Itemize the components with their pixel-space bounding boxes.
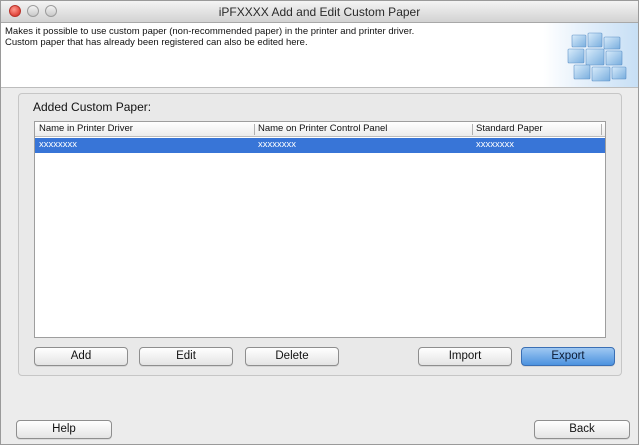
cell-driver-name: xxxxxxxx	[39, 139, 77, 150]
window-title: iPFXXXX Add and Edit Custom Paper	[218, 5, 421, 19]
help-button[interactable]: Help	[16, 420, 112, 439]
delete-button[interactable]: Delete	[245, 347, 339, 366]
export-button[interactable]: Export	[521, 347, 615, 366]
added-custom-paper-group: Added Custom Paper: Name in Printer Driv…	[18, 93, 622, 376]
table-row[interactable]: xxxxxxxx xxxxxxxx xxxxxxxx	[35, 138, 605, 153]
banner-line-1: Makes it possible to use custom paper (n…	[5, 26, 415, 37]
table-header: Name in Printer Driver Name on Printer C…	[35, 122, 605, 137]
column-divider[interactable]	[254, 124, 255, 135]
import-button[interactable]: Import	[418, 347, 512, 366]
column-header-panel-name[interactable]: Name on Printer Control Panel	[258, 123, 387, 134]
description-banner: Makes it possible to use custom paper (n…	[1, 23, 638, 88]
cell-panel-name: xxxxxxxx	[258, 139, 296, 150]
edit-button[interactable]: Edit	[139, 347, 233, 366]
back-button[interactable]: Back	[534, 420, 630, 439]
custom-paper-table[interactable]: Name in Printer Driver Name on Printer C…	[34, 121, 606, 338]
title-bar[interactable]: iPFXXXX Add and Edit Custom Paper	[1, 1, 638, 23]
column-divider[interactable]	[601, 124, 602, 135]
column-divider[interactable]	[472, 124, 473, 135]
add-button[interactable]: Add	[34, 347, 128, 366]
cell-standard-paper: xxxxxxxx	[476, 139, 514, 150]
custom-paper-window: iPFXXXX Add and Edit Custom Paper Makes …	[0, 0, 639, 445]
banner-description: Makes it possible to use custom paper (n…	[5, 26, 545, 48]
added-custom-paper-label: Added Custom Paper:	[33, 100, 152, 114]
printer-paper-icon	[543, 23, 638, 87]
column-header-standard-paper[interactable]: Standard Paper	[476, 123, 543, 134]
banner-line-2: Custom paper that has already been regis…	[5, 37, 308, 48]
column-header-driver-name[interactable]: Name in Printer Driver	[39, 123, 133, 134]
